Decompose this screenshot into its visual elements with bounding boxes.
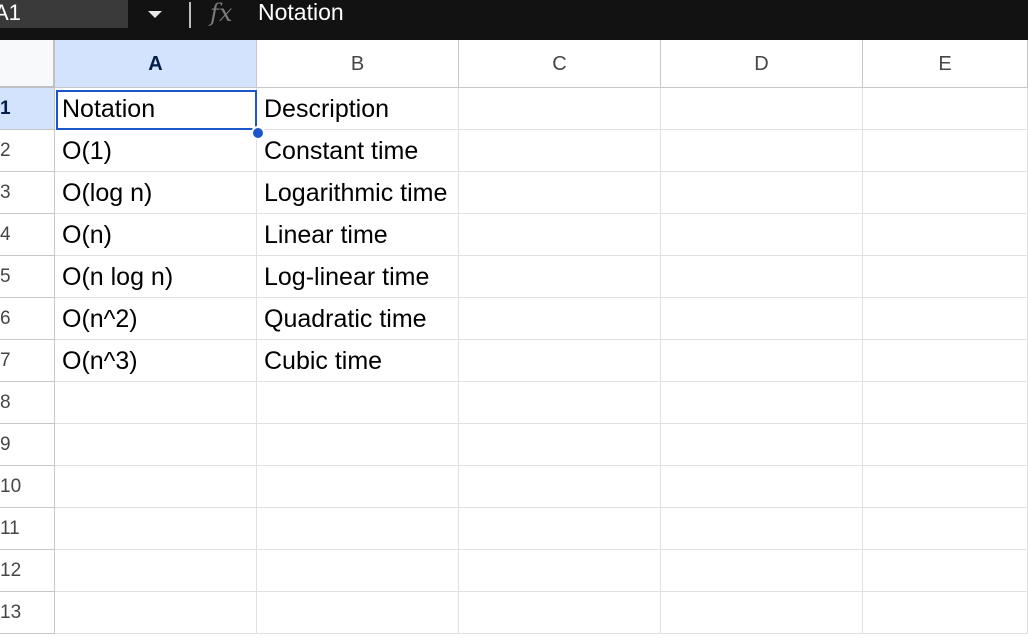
cell-b4[interactable]: Linear time	[257, 214, 459, 256]
column-header-c[interactable]: C	[459, 40, 661, 88]
cell-e4[interactable]	[863, 214, 1028, 256]
column-header-d[interactable]: D	[661, 40, 863, 88]
cell-b8[interactable]	[257, 382, 459, 424]
cell-e7[interactable]	[863, 340, 1028, 382]
cell-d8[interactable]	[661, 382, 863, 424]
row-header-9[interactable]: 9	[0, 424, 55, 466]
cell-c9[interactable]	[459, 424, 661, 466]
cell-d5[interactable]	[661, 256, 863, 298]
cell-a4[interactable]: O(n)	[55, 214, 257, 256]
cell-d11[interactable]	[661, 508, 863, 550]
cell-d4[interactable]	[661, 214, 863, 256]
cell-b2[interactable]: Constant time	[257, 130, 459, 172]
fx-icon: fx	[210, 0, 233, 27]
cell-a8[interactable]	[55, 382, 257, 424]
cell-a1[interactable]: Notation	[55, 88, 257, 130]
cell-e1[interactable]	[863, 88, 1028, 130]
cell-c10[interactable]	[459, 466, 661, 508]
column-header-e[interactable]: E	[863, 40, 1028, 88]
cell-e10[interactable]	[863, 466, 1028, 508]
cell-c12[interactable]	[459, 550, 661, 592]
cell-b5[interactable]: Log-linear time	[257, 256, 459, 298]
cell-c1[interactable]	[459, 88, 661, 130]
cell-d10[interactable]	[661, 466, 863, 508]
row-header-5[interactable]: 5	[0, 256, 55, 298]
name-box[interactable]: A1	[0, 0, 128, 28]
cell-c5[interactable]	[459, 256, 661, 298]
cell-d2[interactable]	[661, 130, 863, 172]
cell-e2[interactable]	[863, 130, 1028, 172]
cell-b10[interactable]	[257, 466, 459, 508]
formula-bar: A1 fx Notation	[0, 0, 1028, 40]
row-header-10[interactable]: 10	[0, 466, 55, 508]
cell-a3[interactable]: O(log n)	[55, 172, 257, 214]
cell-c7[interactable]	[459, 340, 661, 382]
cell-a7[interactable]: O(n^3)	[55, 340, 257, 382]
cell-c8[interactable]	[459, 382, 661, 424]
row-header-3[interactable]: 3	[0, 172, 55, 214]
cell-d12[interactable]	[661, 550, 863, 592]
formula-bar-divider	[189, 2, 191, 28]
cell-e8[interactable]	[863, 382, 1028, 424]
cell-a5[interactable]: O(n log n)	[55, 256, 257, 298]
column-header-a[interactable]: A	[55, 40, 257, 88]
cell-b7[interactable]: Cubic time	[257, 340, 459, 382]
name-box-dropdown-icon[interactable]	[146, 7, 164, 21]
cell-c2[interactable]	[459, 130, 661, 172]
row-header-12[interactable]: 12	[0, 550, 55, 592]
row-header-11[interactable]: 11	[0, 508, 55, 550]
row-header-6[interactable]: 6	[0, 298, 55, 340]
cell-a11[interactable]	[55, 508, 257, 550]
cell-e6[interactable]	[863, 298, 1028, 340]
cell-a13[interactable]	[55, 592, 257, 634]
cell-a6[interactable]: O(n^2)	[55, 298, 257, 340]
cell-d9[interactable]	[661, 424, 863, 466]
cell-c13[interactable]	[459, 592, 661, 634]
cell-b9[interactable]	[257, 424, 459, 466]
cell-e12[interactable]	[863, 550, 1028, 592]
cell-a12[interactable]	[55, 550, 257, 592]
cell-a2[interactable]: O(1)	[55, 130, 257, 172]
cell-c11[interactable]	[459, 508, 661, 550]
formula-input[interactable]: Notation	[258, 0, 344, 26]
cell-c4[interactable]	[459, 214, 661, 256]
cell-b6[interactable]: Quadratic time	[257, 298, 459, 340]
cell-a9[interactable]	[55, 424, 257, 466]
column-header-b[interactable]: B	[257, 40, 459, 88]
row-header-8[interactable]: 8	[0, 382, 55, 424]
fill-handle[interactable]	[251, 126, 265, 140]
cell-b1[interactable]: Description	[257, 88, 459, 130]
cell-a10[interactable]	[55, 466, 257, 508]
cell-e9[interactable]	[863, 424, 1028, 466]
cell-e11[interactable]	[863, 508, 1028, 550]
row-header-7[interactable]: 7	[0, 340, 55, 382]
cell-e5[interactable]	[863, 256, 1028, 298]
cell-d7[interactable]	[661, 340, 863, 382]
cell-d3[interactable]	[661, 172, 863, 214]
cell-c3[interactable]	[459, 172, 661, 214]
row-header-13[interactable]: 13	[0, 592, 55, 634]
cell-b12[interactable]	[257, 550, 459, 592]
cell-d6[interactable]	[661, 298, 863, 340]
cell-d13[interactable]	[661, 592, 863, 634]
spreadsheet-grid: A B C D E 1 Notation Description 2 O(1) Constant t…	[0, 40, 1028, 638]
cell-b11[interactable]	[257, 508, 459, 550]
cell-c6[interactable]	[459, 298, 661, 340]
cell-e13[interactable]	[863, 592, 1028, 634]
select-all-corner[interactable]	[0, 40, 55, 88]
cell-e3[interactable]	[863, 172, 1028, 214]
cell-b13[interactable]	[257, 592, 459, 634]
row-header-1[interactable]: 1	[0, 88, 55, 130]
cell-d1[interactable]	[661, 88, 863, 130]
row-header-2[interactable]: 2	[0, 130, 55, 172]
cell-b3[interactable]: Logarithmic time	[257, 172, 459, 214]
row-header-4[interactable]: 4	[0, 214, 55, 256]
